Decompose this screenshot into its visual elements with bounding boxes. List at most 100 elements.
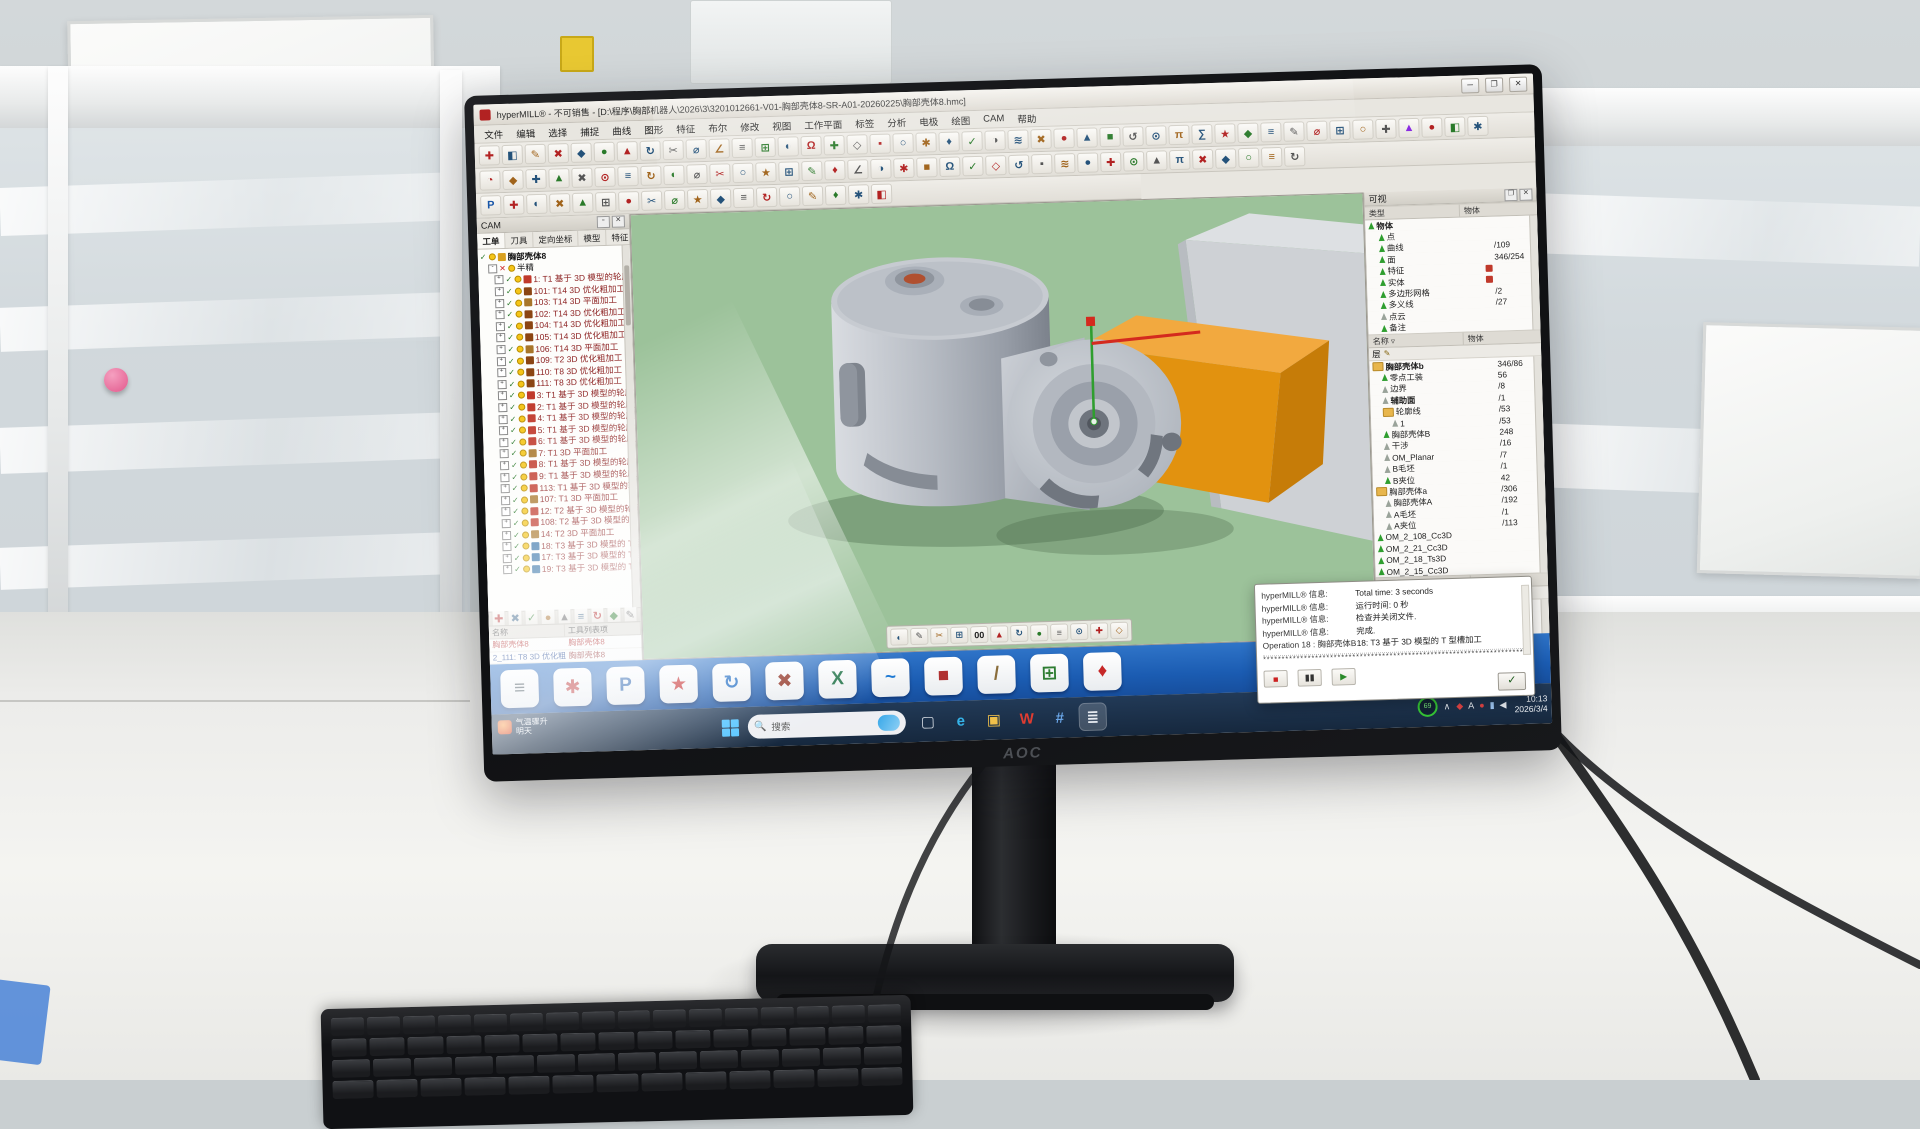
- toolbar-icon-↻[interactable]: ↻: [639, 140, 661, 161]
- toolbar-icon-◧[interactable]: ◧: [1444, 116, 1466, 137]
- cad-viewer-icon[interactable]: ~: [871, 658, 910, 697]
- toolbar-icon-★[interactable]: ★: [687, 189, 709, 210]
- toolbar-icon-⌀[interactable]: ⌀: [686, 164, 708, 185]
- app-tray-icon[interactable]: ▮: [1489, 699, 1494, 710]
- toolbar-icon-●[interactable]: ●: [593, 142, 615, 163]
- toolbar-icon-♦[interactable]: ♦: [825, 185, 847, 206]
- menu-item[interactable]: 分析: [887, 115, 906, 130]
- toolbar-icon-⊞[interactable]: ⊞: [754, 137, 776, 158]
- press-app-icon[interactable]: ■: [924, 657, 963, 696]
- toolbar-icon-◆[interactable]: ◆: [1215, 148, 1237, 169]
- edit-pencil-icon[interactable]: ✎: [1383, 349, 1390, 358]
- toolbar-icon-✓[interactable]: ✓: [961, 131, 983, 152]
- toolbar-icon-∠[interactable]: ∠: [847, 159, 869, 180]
- temp-badge[interactable]: 69: [1417, 697, 1438, 718]
- file-explorer-icon[interactable]: ▣: [980, 706, 1007, 733]
- toolbar-icon-↻[interactable]: ↻: [1284, 146, 1306, 167]
- toolbar-icon-⊞[interactable]: ⊞: [595, 192, 617, 213]
- cam-tab-2[interactable]: 定向坐标: [533, 231, 578, 247]
- grid-app-icon[interactable]: ⊞: [1030, 653, 1069, 692]
- toolbar-icon-✎[interactable]: ✎: [1283, 121, 1305, 142]
- cam-tab-0[interactable]: 工单: [477, 233, 505, 249]
- toolbar-icon-★[interactable]: ★: [1214, 123, 1236, 144]
- toolbar-icon-✖[interactable]: ✖: [571, 167, 593, 188]
- toolbar-icon-◇[interactable]: ◇: [1110, 622, 1128, 640]
- toolbar-icon-✱[interactable]: ✱: [915, 132, 937, 153]
- p-app-icon[interactable]: P: [606, 666, 645, 705]
- cam-tab-1[interactable]: 刀具: [505, 232, 533, 248]
- menu-item[interactable]: 视图: [772, 118, 791, 133]
- pause-button[interactable]: ▮▮: [1297, 669, 1321, 687]
- toolbar-icon-◆[interactable]: ◆: [570, 142, 592, 163]
- star-app-icon[interactable]: ★: [659, 664, 698, 703]
- toolbar-icon-◧[interactable]: ◧: [871, 183, 893, 204]
- toolbar-icon-≋[interactable]: ≋: [1007, 129, 1029, 150]
- wps-icon[interactable]: W: [1013, 705, 1040, 732]
- calc-app-icon[interactable]: #: [1046, 704, 1073, 731]
- hypermill-task-icon[interactable]: ≣: [1079, 703, 1106, 730]
- toolbar-icon-≡[interactable]: ≡: [1261, 147, 1283, 168]
- clock[interactable]: 10:13 2026/3/4: [1514, 693, 1548, 714]
- toolbar-icon-♦[interactable]: ♦: [824, 160, 846, 181]
- toolbar-icon-↺[interactable]: ↺: [1122, 126, 1144, 147]
- toolbar-icon-▪[interactable]: ▪: [1031, 154, 1053, 175]
- edge-icon[interactable]: e: [947, 707, 974, 734]
- toolbar-icon-⌀[interactable]: ⌀: [1306, 121, 1328, 142]
- toolbar-icon-≡[interactable]: ≡: [1050, 623, 1068, 641]
- toolbar-icon-✚[interactable]: ✚: [503, 194, 525, 215]
- volume-icon[interactable]: ◀: [1499, 699, 1506, 710]
- toolbar-icon-↺[interactable]: ↺: [1008, 154, 1030, 175]
- vis-close-button[interactable]: ✕: [1519, 188, 1532, 200]
- menu-item[interactable]: 布尔: [708, 120, 727, 135]
- toolbar-icon-Ω[interactable]: Ω: [800, 136, 822, 157]
- toolbar-icon-▲[interactable]: ▲: [616, 141, 638, 162]
- maximize-button[interactable]: ❐: [1485, 77, 1503, 93]
- toolbar-icon-●[interactable]: ●: [1030, 624, 1048, 642]
- menu-item[interactable]: 标签: [855, 115, 874, 130]
- toolbar-icon-▲[interactable]: ▲: [548, 168, 570, 189]
- toolbar-icon-∠[interactable]: ∠: [708, 138, 730, 159]
- toolbar-icon-✚[interactable]: ✚: [1100, 152, 1122, 173]
- start-button[interactable]: [722, 719, 739, 736]
- toolbar-icon-✂[interactable]: ✂: [641, 190, 663, 211]
- toolbar-icon-≡[interactable]: ≡: [731, 138, 753, 159]
- toolbar-icon-●[interactable]: ●: [1077, 152, 1099, 173]
- menu-item[interactable]: 文件: [484, 126, 503, 141]
- cam-tab-3[interactable]: 模型: [578, 230, 606, 246]
- toolbar-icon-◆[interactable]: ◆: [1237, 123, 1259, 144]
- tray-chevron-icon[interactable]: ∧: [1443, 701, 1450, 712]
- menu-item[interactable]: 曲线: [612, 123, 631, 138]
- toolbar-icon-■[interactable]: ■: [916, 157, 938, 178]
- toolbar-icon-◔[interactable]: ◔: [479, 170, 501, 191]
- toolbar-icon-✱[interactable]: ✱: [893, 158, 915, 179]
- toolbar-icon-≋[interactable]: ≋: [1054, 153, 1076, 174]
- menu-item[interactable]: CAM: [983, 113, 1004, 125]
- toolbar-icon-00[interactable]: 00: [970, 626, 988, 644]
- menu-item[interactable]: 工作平面: [804, 116, 842, 131]
- toolbar-icon-✓[interactable]: ✓: [962, 156, 984, 177]
- toolbar-icon-✚[interactable]: ✚: [479, 145, 501, 166]
- cam-pin-button[interactable]: ▫: [597, 216, 610, 228]
- toolbar-icon-◑[interactable]: ◑: [870, 158, 892, 179]
- toolbar-icon-⊙[interactable]: ⊙: [1145, 125, 1167, 146]
- cutter-app-icon[interactable]: ✖: [765, 661, 804, 700]
- menu-item[interactable]: 电极: [919, 114, 938, 129]
- menu-item[interactable]: 绘图: [951, 113, 970, 128]
- toolbar-icon-◧[interactable]: ◧: [502, 144, 524, 165]
- toolbar-icon-■[interactable]: ■: [1099, 127, 1121, 148]
- toolbar-icon-✎[interactable]: ✎: [802, 186, 824, 207]
- toolbar-icon-Ω[interactable]: Ω: [939, 156, 961, 177]
- toolbar-icon-✎[interactable]: ✎: [801, 161, 823, 182]
- menu-item[interactable]: 帮助: [1017, 111, 1036, 126]
- toolbar-icon-○[interactable]: ○: [892, 133, 914, 154]
- log-ok-button[interactable]: ✓: [1498, 672, 1527, 691]
- ime-icon[interactable]: A: [1468, 700, 1474, 711]
- cam-tool-icon[interactable]: ✱: [553, 668, 592, 707]
- toolbar-icon-✖[interactable]: ✖: [549, 193, 571, 214]
- toolbar-icon-◑[interactable]: ◑: [984, 130, 1006, 151]
- toolbar-icon-P[interactable]: P: [480, 195, 502, 216]
- toolbar-icon-♦[interactable]: ♦: [938, 131, 960, 152]
- toolbar-icon-○[interactable]: ○: [732, 163, 754, 184]
- search-box[interactable]: 🔍 搜索: [748, 710, 907, 739]
- minimize-button[interactable]: ─: [1461, 78, 1479, 94]
